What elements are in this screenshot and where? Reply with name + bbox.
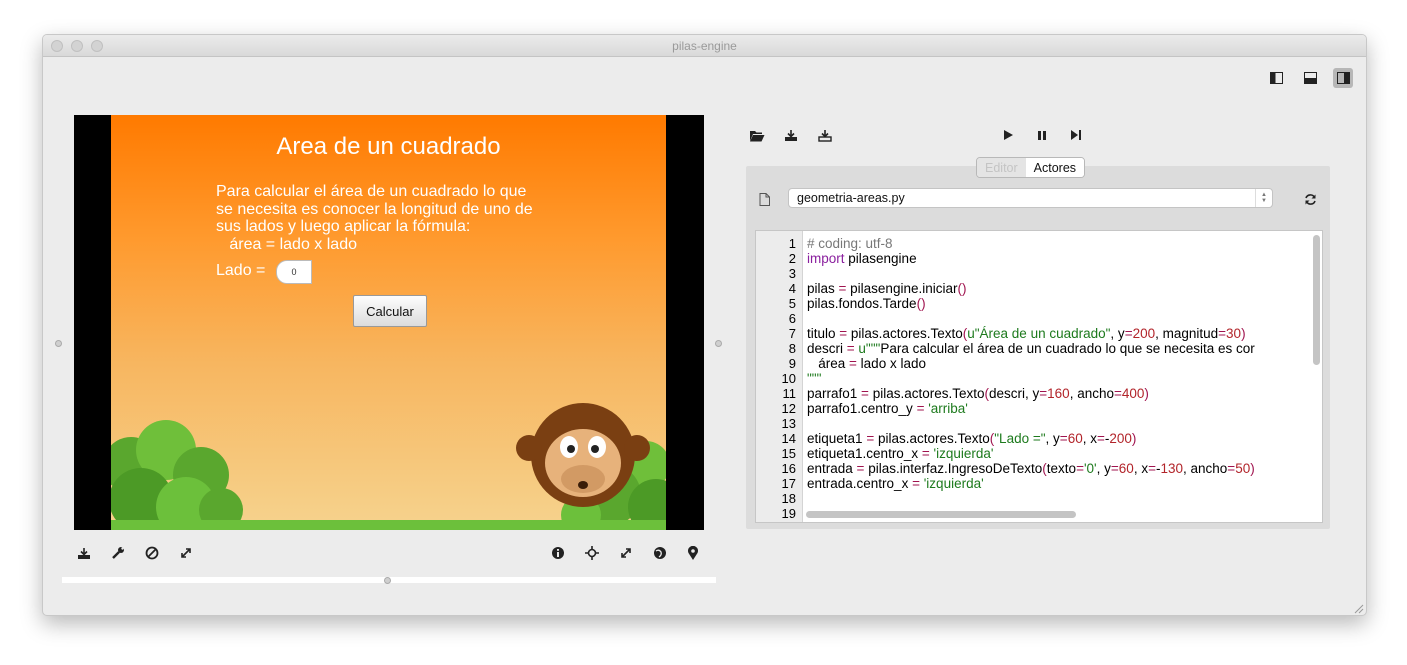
line-number: 10 — [781, 371, 796, 386]
game-canvas[interactable]: Area de un cuadrado Para calcular el áre… — [74, 115, 704, 530]
layout-left-panel-icon — [1269, 72, 1283, 84]
bushes-left — [111, 420, 243, 530]
line-number: 8 — [788, 341, 796, 356]
line-number: 13 — [781, 416, 796, 431]
reload-button[interactable] — [1302, 191, 1318, 207]
step-forward-button[interactable] — [1067, 127, 1085, 143]
line-number: 1 — [788, 236, 796, 251]
resize-grip[interactable] — [1353, 603, 1365, 615]
layout-bottom-panel-button[interactable] — [1300, 68, 1320, 88]
save-as-icon — [818, 129, 832, 142]
play-button[interactable] — [999, 127, 1017, 143]
grass-strip — [111, 520, 666, 530]
game-scene: Area de un cuadrado Para calcular el áre… — [111, 115, 666, 530]
location-pin-icon — [688, 546, 698, 560]
vertical-scrollbar[interactable] — [1313, 235, 1320, 365]
reload-icon — [1304, 193, 1316, 205]
scene-decoration — [111, 403, 666, 530]
code-line[interactable]: descri = u"""Para calcular el área de un… — [807, 341, 1255, 356]
line-number: 9 — [788, 356, 796, 371]
layout-right-panel-button[interactable] — [1333, 68, 1353, 88]
line-number: 18 — [781, 491, 796, 506]
settings-button[interactable] — [110, 545, 126, 561]
line-number-gutter: 1 2 3 4 5 6 7 8 9 10 11 12 13 14 15 16 17 18 19 — [756, 231, 803, 522]
line-number: 14 — [781, 431, 796, 446]
code-line[interactable]: área = lado x lado — [807, 356, 926, 371]
window-title: pilas-engine — [672, 39, 737, 53]
pause-button[interactable] — [1033, 127, 1051, 143]
line-number: 16 — [781, 461, 796, 476]
info-button[interactable] — [550, 545, 566, 561]
code-editor[interactable]: 1 2 3 4 5 6 7 8 9 10 11 12 13 14 15 16 17 18 19 # coding: … — [755, 230, 1323, 523]
line-number: 11 — [782, 386, 797, 401]
new-file-button[interactable] — [757, 191, 771, 207]
code-line[interactable]: pilas = pilasengine.iniciar() — [807, 281, 966, 296]
fullscreen-button[interactable] — [618, 545, 634, 561]
save-icon — [785, 129, 797, 141]
canvas-save-button[interactable] — [76, 545, 92, 561]
layout-right-panel-icon — [1336, 72, 1350, 84]
code-line[interactable]: etiqueta1.centro_x = 'izquierda' — [807, 446, 993, 461]
open-folder-button[interactable] — [748, 127, 766, 143]
code-line[interactable]: pilas.fondos.Tarde() — [807, 296, 926, 311]
line-number: 12 — [781, 401, 796, 416]
line-number: 15 — [781, 446, 796, 461]
step-forward-icon — [1071, 130, 1081, 140]
info-icon — [552, 547, 564, 559]
tab-actores[interactable]: Actores — [1025, 158, 1085, 177]
expand-icon — [181, 548, 191, 558]
line-number: 5 — [788, 296, 796, 311]
center-splitter-handle[interactable] — [715, 340, 722, 347]
resize-grip-icon — [1354, 604, 1364, 614]
code-line[interactable]: parrafo1.centro_y = 'arriba' — [807, 401, 968, 416]
panel-tabs: Editor Actores — [976, 157, 1086, 178]
globe-button[interactable] — [652, 545, 668, 561]
save-icon — [78, 547, 90, 559]
line-number: 3 — [788, 266, 796, 281]
new-file-icon — [759, 192, 770, 206]
code-line[interactable]: entrada = pilas.interfaz.IngresoDeTexto(… — [807, 461, 1255, 476]
code-line[interactable]: entrada.centro_x = 'izquierda' — [807, 476, 984, 491]
timeline-bar[interactable] — [62, 577, 716, 584]
timeline-handle[interactable] — [384, 577, 391, 584]
code-line[interactable]: parrafo1 = pilas.actores.Texto(descri, y… — [807, 386, 1149, 401]
crosshair-icon — [585, 546, 599, 560]
line-number: 4 — [788, 281, 796, 296]
line-number: 2 — [788, 251, 796, 266]
save-as-button[interactable] — [816, 127, 834, 143]
pause-icon — [1038, 130, 1046, 140]
disable-button[interactable] — [144, 545, 160, 561]
line-number: 19 — [781, 506, 796, 521]
crosshair-button[interactable] — [584, 545, 600, 561]
globe-icon — [654, 547, 666, 559]
app-window: pilas-engine Area de un cuadrado Para ca… — [42, 34, 1367, 616]
location-button[interactable] — [685, 545, 701, 561]
layout-left-panel-button[interactable] — [1266, 68, 1286, 88]
code-line[interactable]: """ — [807, 371, 821, 386]
line-number: 17 — [781, 476, 796, 491]
wrench-icon — [112, 547, 124, 559]
horizontal-scrollbar[interactable] — [806, 511, 1076, 518]
code-line[interactable]: titulo = pilas.actores.Texto(u"Área de u… — [807, 326, 1246, 341]
save-button[interactable] — [782, 127, 800, 143]
code-line[interactable]: # coding: utf-8 — [807, 236, 893, 251]
tab-editor[interactable]: Editor — [977, 158, 1026, 177]
left-splitter-handle[interactable] — [55, 340, 62, 347]
file-name: geometria-areas.py — [797, 191, 905, 205]
play-icon — [1004, 130, 1013, 140]
code-line[interactable]: import pilasengine — [807, 251, 917, 266]
expand-button[interactable] — [178, 545, 194, 561]
title-bar: pilas-engine — [43, 35, 1366, 57]
file-selector[interactable]: geometria-areas.py ▲ ▼ — [788, 188, 1273, 208]
code-line[interactable]: etiqueta1 = pilas.actores.Texto("Lado ="… — [807, 431, 1136, 446]
fullscreen-icon — [621, 548, 631, 558]
open-folder-icon — [750, 130, 765, 141]
line-number: 6 — [788, 311, 796, 326]
disable-icon — [145, 546, 159, 560]
line-number: 7 — [788, 326, 796, 341]
layout-bottom-panel-icon — [1303, 72, 1317, 84]
select-arrows-icon: ▲ ▼ — [1255, 189, 1272, 207]
